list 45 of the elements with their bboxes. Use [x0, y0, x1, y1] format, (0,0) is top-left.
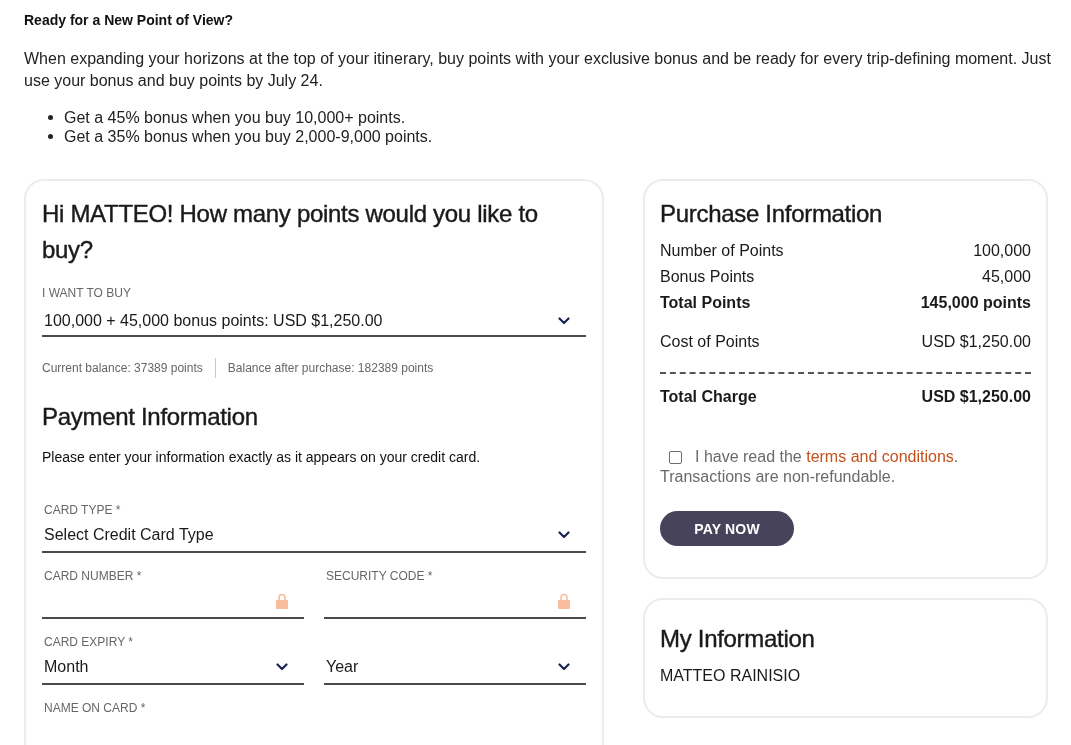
- balance-text: Balance after purchase: 182389 points: [227, 360, 434, 376]
- field-label: NAME ON CARD *: [43, 701, 146, 715]
- bullet-text: Get a 35% bonus when you buy 2,000-9,000 points.: [64, 127, 433, 146]
- summary-label: Total Points: [660, 293, 751, 313]
- summary-value: USD $1,250.00: [921, 332, 1031, 352]
- summary-value: 145,000 points: [920, 293, 1031, 313]
- pay-now-button[interactable]: PAY NOW: [660, 511, 794, 546]
- terms-checkbox[interactable]: [669, 450, 682, 464]
- section-title: Payment Information: [42, 402, 259, 432]
- chevron-down-icon: [558, 662, 570, 671]
- summary-label: Bonus Points: [660, 267, 755, 287]
- field-label: CARD NUMBER *: [43, 569, 142, 583]
- lock-icon: [558, 592, 570, 609]
- field-label: SECURITY CODE *: [325, 569, 433, 583]
- bullet-icon: [48, 115, 53, 120]
- bullet-text: Get a 45% bonus when you buy 10,000+ points.: [64, 108, 406, 127]
- card-title: Purchase Information: [660, 199, 884, 229]
- intro-paragraph: When expanding your horizons at the top of your itinerary, buy points with your exclusive bonus and be ready for every trip-defining moment. Just use your bonus and buy points by July 24.: [24, 49, 1052, 91]
- chevron-down-icon: [558, 530, 570, 539]
- chevron-down-icon: [276, 662, 288, 671]
- summary-value: 100,000: [973, 241, 1031, 261]
- summary-value: 45,000: [982, 267, 1031, 287]
- terms-link[interactable]: terms and conditions: [806, 448, 954, 465]
- field-label: I WANT TO BUY: [42, 286, 132, 300]
- page-heading: Ready for a New Point of View?: [24, 11, 233, 29]
- total-value: USD $1,250.00: [921, 387, 1031, 407]
- refund-note: Transactions are non-refundable.: [660, 467, 897, 487]
- summary-label: Cost of Points: [660, 332, 760, 352]
- lock-icon: [276, 592, 288, 609]
- member-name: MATTEO RAINISIO: [660, 666, 802, 686]
- dropdown[interactable]: 100,000 + 45,000 bonus points: USD $1,250.00: [42, 306, 586, 337]
- total-label: Total Charge: [660, 387, 757, 407]
- dropdown[interactable]: Year: [324, 650, 586, 685]
- chevron-down-icon: [558, 316, 570, 325]
- balance-text: Current balance: 37389 points: [42, 360, 203, 376]
- dropdown[interactable]: Select Credit Card Type: [42, 518, 586, 553]
- instructions-text: Please enter your information exactly as it appears on your credit card.: [42, 448, 482, 466]
- bullet-icon: [48, 134, 53, 139]
- card-title: My Information: [660, 624, 816, 654]
- terms-text: I have read the terms and conditions.: [695, 447, 959, 467]
- field-label: CARD EXPIRY *: [43, 635, 133, 649]
- summary-label: Number of Points: [660, 241, 784, 261]
- field-label: CARD TYPE *: [43, 503, 121, 517]
- dropdown[interactable]: Month: [42, 650, 304, 685]
- card-title: Hi MATTEO! How many points would you like to buy?: [42, 199, 539, 265]
